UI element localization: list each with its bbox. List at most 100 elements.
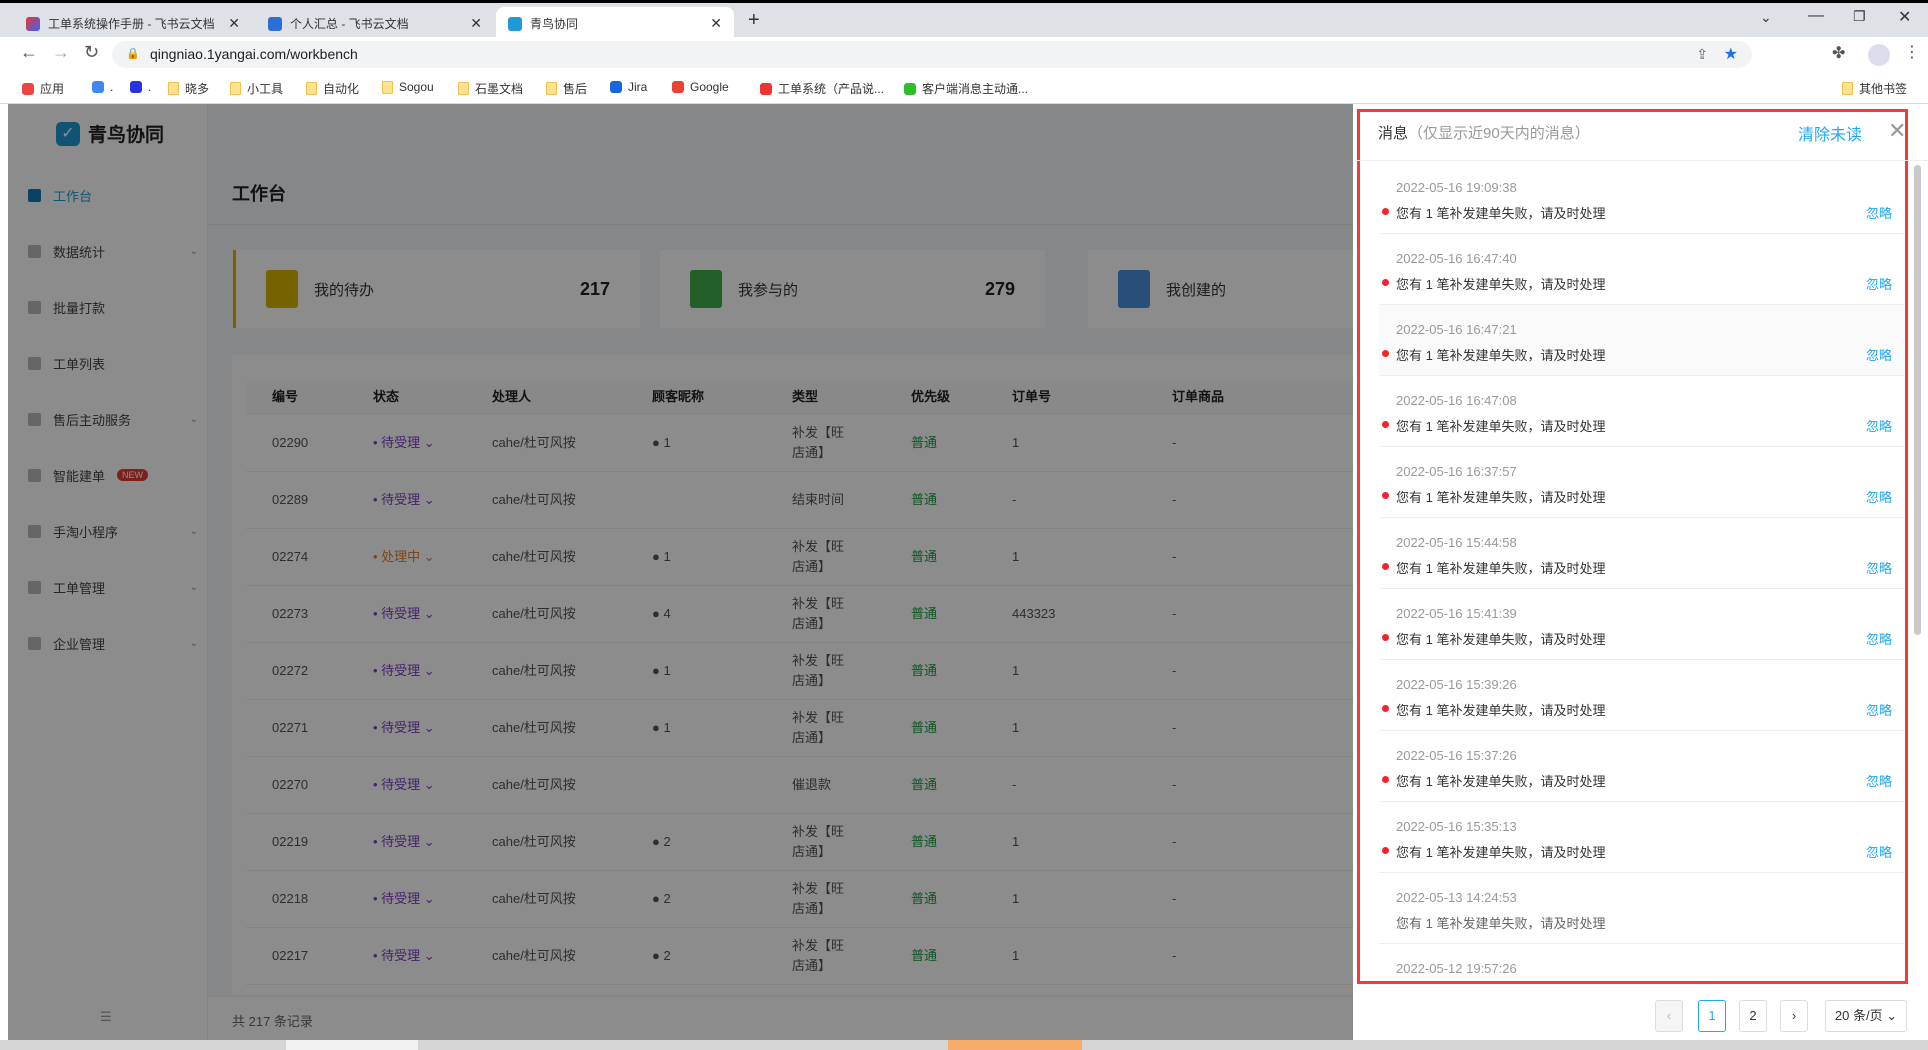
ignore-link[interactable]: 忽略 [1866, 274, 1892, 293]
message-item[interactable]: 2022-05-16 15:44:58 您有 1 笔补发建单失败，请及时处理 忽略 [1379, 518, 1904, 589]
close-tab-icon[interactable]: ✕ [710, 15, 722, 32]
chevron-down-icon: ⌄ [1882, 1008, 1898, 1023]
message-time: 2022-05-16 15:44:58 [1396, 535, 1517, 550]
folder-icon [458, 82, 469, 95]
menu-icon[interactable]: ⋮ [1904, 42, 1920, 62]
message-text: 您有 1 笔补发建单失败，请及时处理 [1396, 206, 1606, 221]
message-item[interactable]: 2022-05-16 15:37:26 您有 1 笔补发建单失败，请及时处理 忽略 [1379, 731, 1904, 802]
ignore-link[interactable]: 忽略 [1866, 771, 1892, 790]
page-size-select[interactable]: 20 条/页 ⌄ [1825, 1000, 1907, 1032]
message-time: 2022-05-16 15:35:13 [1396, 819, 1517, 834]
divider [1357, 160, 1928, 161]
folder-icon [546, 82, 557, 95]
message-text: 您有 1 笔补发建单失败，请及时处理 [1396, 561, 1606, 576]
site-icon [672, 81, 684, 93]
site-icon [130, 81, 142, 93]
site-icon [904, 82, 916, 95]
forward-icon[interactable]: → [52, 42, 70, 63]
message-item[interactable]: 2022-05-16 16:47:40 您有 1 笔补发建单失败，请及时处理 忽略 [1379, 234, 1904, 305]
bookmark-item[interactable]: Sogou [382, 80, 434, 94]
message-item[interactable]: 2022-05-12 19:57:26 [1379, 944, 1904, 984]
bookmark-item[interactable]: 售后 [546, 80, 587, 97]
ignore-link[interactable]: 忽略 [1866, 203, 1892, 222]
taskbar-item[interactable] [286, 1040, 418, 1050]
message-text: 您有 1 笔补发建单失败，请及时处理 [1396, 703, 1606, 718]
restore-button[interactable]: ❐ [1853, 8, 1866, 25]
site-icon [760, 82, 772, 95]
ignore-link[interactable]: 忽略 [1866, 842, 1892, 861]
ignore-link[interactable]: 忽略 [1866, 487, 1892, 506]
profile-avatar[interactable] [1868, 44, 1890, 66]
bookmark-item[interactable]: Google [672, 80, 729, 94]
bookmark-item[interactable]: 石墨文档 [458, 80, 523, 97]
folder-icon [306, 82, 317, 95]
message-time: 2022-05-16 15:39:26 [1396, 677, 1517, 692]
page-button[interactable]: 2 [1739, 1000, 1767, 1032]
folder-icon [382, 80, 393, 94]
bookmark-item[interactable]: 晓多 [168, 80, 209, 97]
message-time: 2022-05-16 15:41:39 [1396, 606, 1517, 621]
message-item[interactable]: 2022-05-16 15:39:26 您有 1 笔补发建单失败，请及时处理 忽略 [1379, 660, 1904, 731]
message-time: 2022-05-16 16:37:57 [1396, 464, 1517, 479]
ignore-link[interactable]: 忽略 [1866, 558, 1892, 577]
message-item[interactable]: 2022-05-16 16:47:21 您有 1 笔补发建单失败，请及时处理 忽略 [1379, 305, 1904, 376]
message-item[interactable]: 2022-05-16 15:41:39 您有 1 笔补发建单失败，请及时处理 忽略 [1379, 589, 1904, 660]
bookmark-item[interactable]: Jira [610, 80, 647, 94]
next-page-button[interactable]: › [1780, 1000, 1808, 1032]
message-text: 您有 1 笔补发建单失败，请及时处理 [1396, 277, 1606, 292]
drawer-title: 消息（仅显示近90天内的消息） [1378, 125, 1590, 142]
folder-icon [168, 82, 179, 95]
message-text: 您有 1 笔补发建单失败，请及时处理 [1396, 348, 1606, 363]
close-tab-icon[interactable]: ✕ [470, 15, 482, 32]
tab-search-icon[interactable]: ⌄ [1760, 9, 1772, 26]
bookmark-item[interactable]: 小工具 [230, 80, 283, 97]
message-text: 您有 1 笔补发建单失败，请及时处理 [1396, 632, 1606, 647]
bookmark-item[interactable]: 工单系统（产品说... [760, 80, 884, 97]
message-item[interactable]: 2022-05-16 16:47:08 您有 1 笔补发建单失败，请及时处理 忽略 [1379, 376, 1904, 447]
close-window-button[interactable]: ✕ [1898, 7, 1911, 27]
feishu-doc-icon [268, 16, 282, 31]
message-item[interactable]: 2022-05-16 15:35:13 您有 1 笔补发建单失败，请及时处理 忽略 [1379, 802, 1904, 873]
url-bar[interactable]: 🔒 qingniao.1yangai.com/workbench ⇪ ★ [112, 41, 1752, 68]
bookmark-item[interactable]: . [130, 80, 151, 94]
browser-tab[interactable]: 个人汇总 - 飞书云文档 ✕ [256, 7, 494, 40]
minimize-button[interactable]: — [1808, 7, 1824, 25]
message-time: 2022-05-16 15:37:26 [1396, 748, 1517, 763]
unread-dot [1382, 421, 1389, 428]
ignore-link[interactable]: 忽略 [1866, 700, 1892, 719]
site-icon [92, 81, 104, 93]
bookmark-item[interactable]: 自动化 [306, 80, 359, 97]
message-text: 您有 1 笔补发建单失败，请及时处理 [1396, 419, 1606, 434]
feishu-icon [26, 16, 40, 31]
unread-dot [1382, 208, 1389, 215]
folder-icon [230, 82, 241, 95]
message-item[interactable]: 2022-05-16 16:37:57 您有 1 笔补发建单失败，请及时处理 忽略 [1379, 447, 1904, 518]
new-tab-button[interactable]: + [748, 9, 760, 32]
ignore-link[interactable]: 忽略 [1866, 345, 1892, 364]
bookmark-item[interactable]: . [92, 80, 113, 94]
bookmark-star-icon[interactable]: ★ [1724, 41, 1738, 68]
browser-tab-active[interactable]: 青鸟协同 ✕ [496, 7, 734, 40]
share-icon[interactable]: ⇪ [1696, 41, 1708, 68]
bookmark-item[interactable]: 客户端消息主动通... [904, 80, 1028, 97]
clear-unread-link[interactable]: 清除未读 [1798, 121, 1862, 145]
extensions-icon[interactable]: ✤ [1832, 43, 1845, 63]
message-item[interactable]: 2022-05-13 14:24:53 您有 1 笔补发建单失败，请及时处理 [1379, 873, 1904, 944]
message-text: 您有 1 笔补发建单失败，请及时处理 [1396, 845, 1606, 860]
back-icon[interactable]: ← [20, 42, 38, 63]
page-button[interactable]: 1 [1698, 1000, 1726, 1032]
close-drawer-icon[interactable]: ✕ [1888, 118, 1906, 144]
drawer-scrollbar[interactable] [1914, 165, 1921, 635]
browser-tab[interactable]: 工单系统操作手册 - 飞书云文档 ✕ [14, 7, 252, 40]
taskbar-strip [0, 1040, 1928, 1050]
taskbar-item[interactable] [948, 1040, 1082, 1050]
reload-icon[interactable]: ↻ [84, 42, 99, 63]
message-text: 您有 1 笔补发建单失败，请及时处理 [1396, 774, 1606, 789]
ignore-link[interactable]: 忽略 [1866, 416, 1892, 435]
bookmark-item[interactable]: 应用 [22, 80, 64, 97]
prev-page-button[interactable]: ‹ [1655, 1000, 1683, 1032]
close-tab-icon[interactable]: ✕ [228, 15, 240, 32]
bookmark-other[interactable]: 其他书签 [1842, 80, 1907, 97]
ignore-link[interactable]: 忽略 [1866, 629, 1892, 648]
message-item[interactable]: 2022-05-16 19:09:38 您有 1 笔补发建单失败，请及时处理 忽略 [1379, 163, 1904, 234]
